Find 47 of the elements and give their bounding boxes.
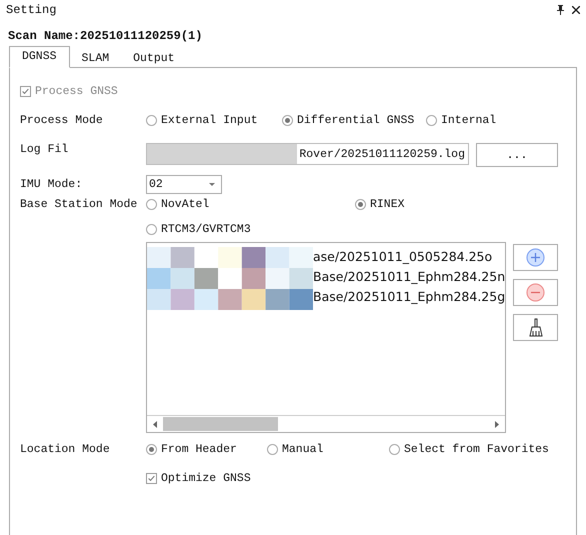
radio-button[interactable] — [146, 224, 157, 235]
radio-button[interactable] — [355, 199, 366, 210]
radio-button[interactable] — [146, 444, 157, 455]
scroll-right-icon[interactable] — [495, 420, 499, 428]
radio-label[interactable]: From Header — [161, 443, 237, 456]
log-file-field[interactable]: Rover/20251011120259.log — [146, 143, 469, 165]
window-title: Setting — [6, 3, 56, 17]
field-label: Location Mode — [20, 443, 111, 456]
radio-button[interactable] — [282, 115, 293, 126]
minus-icon — [526, 283, 545, 302]
remove-button[interactable] — [513, 279, 558, 306]
radio-button[interactable] — [146, 199, 157, 210]
radio-button[interactable] — [146, 115, 157, 126]
radio-label[interactable]: RINEX — [370, 198, 405, 211]
field-label: IMU Mode: — [20, 178, 84, 191]
clear-button[interactable] — [513, 314, 558, 341]
radio-label[interactable]: NovAtel — [161, 198, 210, 211]
field-label: Log Fil — [20, 143, 70, 156]
close-icon[interactable] — [572, 6, 580, 14]
radio-button[interactable] — [426, 115, 437, 126]
field-label: Base Station Mode — [20, 198, 138, 211]
field-label: Process Mode — [20, 114, 104, 127]
radio-label[interactable]: Differential GNSS — [297, 114, 414, 127]
dropdown-arrow-icon[interactable] — [209, 182, 215, 186]
radio-button[interactable] — [267, 444, 278, 455]
tab[interactable]: DGNSS — [9, 46, 70, 68]
browse-button[interactable]: ... — [476, 143, 558, 167]
scroll-left-icon[interactable] — [153, 420, 157, 428]
radio-label[interactable]: Internal — [441, 114, 496, 127]
radio-label[interactable]: Select from Favorites — [404, 443, 549, 456]
scan-name: Scan Name:20251011120259(1) — [8, 29, 202, 43]
checkbox-label[interactable]: Optimize GNSS — [161, 472, 251, 485]
list-item[interactable]: Base/20251011_Ephm284.25n — [313, 267, 506, 287]
list-item[interactable]: Base/20251011_Ephm284.25g — [313, 287, 506, 307]
radio-label[interactable]: RTCM3/GVRTCM3 — [161, 223, 251, 236]
imu-mode-dropdown[interactable]: 02 — [146, 175, 222, 194]
add-button[interactable] — [513, 244, 558, 271]
checkbox[interactable] — [146, 473, 157, 484]
pin-icon[interactable] — [557, 5, 564, 15]
horizontal-scrollbar[interactable] — [147, 415, 505, 432]
radio-label[interactable]: External Input — [161, 114, 258, 127]
base-file-list[interactable]: ase/20251011_0505284.25o Base/20251011_Ephm284.25n Base/20251011_Ephm284.25g — [146, 242, 506, 433]
plus-icon — [526, 248, 545, 267]
broom-icon — [528, 318, 542, 337]
list-item[interactable]: ase/20251011_0505284.25o — [313, 247, 506, 267]
radio-label[interactable]: Manual — [282, 443, 324, 456]
radio-button[interactable] — [389, 444, 400, 455]
